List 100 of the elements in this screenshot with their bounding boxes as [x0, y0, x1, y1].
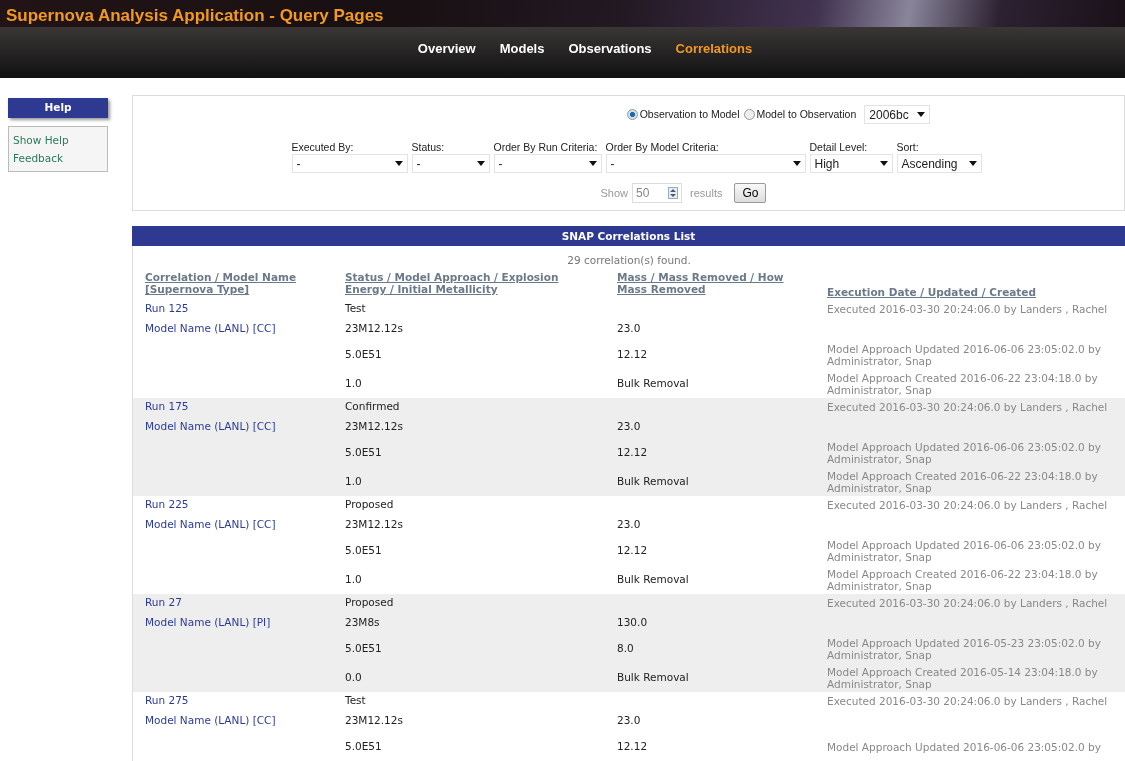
status-text: Test: [345, 301, 366, 314]
model-link[interactable]: Model Name (LANL) [CC]: [145, 713, 276, 726]
run-link[interactable]: Run 175: [145, 399, 189, 412]
updated-text: Model Approach Updated 2016-06-06 23:05:02.0 by Administrator, Snap: [827, 538, 1101, 563]
updated-text: Model Approach Updated 2016-06-06 23:05:02.0 by: [827, 740, 1101, 753]
radio-button[interactable]: [743, 109, 755, 120]
results-label: results: [690, 185, 723, 201]
nav-tab[interactable]: Correlations: [675, 38, 753, 59]
execution-text: Executed 2016-03-30 20:24:06.0 by Landers , Rachel: [827, 498, 1108, 511]
mass-text: 23.0: [617, 517, 641, 530]
status-text: Proposed: [345, 497, 394, 510]
list-header: SNAP Correlations List: [132, 226, 1125, 246]
model-link[interactable]: Model Name (LANL) [PI]: [145, 615, 271, 628]
approach-text: 23M12.12s: [345, 321, 403, 334]
show-label: Show: [600, 185, 629, 201]
approach-text: 23M8s: [345, 615, 380, 628]
mass-removed-text: 8.0: [617, 641, 634, 654]
created-text: Model Approach Created 2016-06-22 23:04:18.0 by Administrator, Snap: [827, 469, 1098, 494]
approach-text: 23M12.12s: [345, 419, 403, 432]
metallicity-text: 1.0: [345, 474, 362, 487]
updated-text: Model Approach Updated 2016-05-23 23:05:02.0 by Administrator, Snap: [827, 636, 1101, 661]
mass-text: 23.0: [617, 321, 641, 334]
caret-icon: [588, 161, 597, 166]
dropdown[interactable]: -: [493, 154, 602, 173]
dropdown[interactable]: High: [809, 154, 893, 173]
metallicity-text: 1.0: [345, 376, 362, 389]
mass-text: 130.0: [617, 615, 648, 628]
field-label: Executed By:: [291, 140, 355, 154]
metallicity-text: 0.0: [345, 670, 362, 683]
removal-text: Bulk Removal: [617, 572, 689, 585]
help-header: Help: [8, 98, 108, 118]
created-text: Model Approach Created 2016-05-14 23:04:18.0 by Administrator, Snap: [827, 665, 1098, 690]
created-text: Model Approach Created 2016-06-22 23:04:18.0 by Administrator, Snap: [827, 371, 1098, 396]
dropdown[interactable]: 2006bc: [864, 105, 931, 124]
dropdown[interactable]: -: [605, 154, 806, 173]
column-header[interactable]: Mass / Mass Removed / How Mass Removed: [617, 271, 807, 295]
energy-text: 5.0E51: [345, 347, 382, 360]
nav-tab[interactable]: Observations: [568, 38, 652, 59]
caret-icon: [476, 161, 485, 166]
execution-text: Executed 2016-03-30 20:24:06.0 by Landers , Rachel: [827, 400, 1108, 413]
caret-icon: [792, 161, 801, 166]
caret-icon: [968, 161, 977, 166]
updated-text: Model Approach Updated 2016-06-06 23:05:02.0 by Administrator, Snap: [827, 342, 1101, 367]
status-text: Proposed: [345, 595, 394, 608]
mass-removed-text: 12.12: [617, 739, 648, 752]
approach-text: 23M12.12s: [345, 517, 403, 530]
mass-text: 23.0: [617, 713, 641, 726]
caret-icon: [394, 161, 403, 166]
energy-text: 5.0E51: [345, 543, 382, 556]
radio-button[interactable]: [626, 109, 638, 120]
dropdown[interactable]: -: [411, 154, 490, 173]
removal-text: Bulk Removal: [617, 670, 689, 683]
results-count: 29 correlation(s) found.: [566, 253, 692, 267]
field-label: Order By Run Criteria:: [493, 140, 599, 154]
mass-removed-text: 12.12: [617, 347, 648, 360]
removal-text: Bulk Removal: [617, 474, 689, 487]
app-title: Supernova Analysis Application - Query Pages: [5, 5, 385, 27]
model-link[interactable]: Model Name (LANL) [CC]: [145, 321, 276, 334]
radio-label: Observation to Model: [639, 106, 740, 122]
nav-tab[interactable]: Models: [499, 38, 545, 59]
caret-icon: [879, 161, 888, 166]
mass-removed-text: 12.12: [617, 445, 648, 458]
radio-label: Model to Observation: [756, 106, 857, 122]
metallicity-text: 1.0: [345, 572, 362, 585]
energy-text: 5.0E51: [345, 739, 382, 752]
removal-text: Bulk Removal: [617, 376, 689, 389]
field-label: Detail Level:: [809, 140, 869, 154]
run-link[interactable]: Run 275: [145, 693, 189, 706]
run-link[interactable]: Run 27: [145, 595, 182, 608]
help-link[interactable]: Show Help: [13, 130, 103, 149]
run-link[interactable]: Run 225: [145, 497, 189, 510]
field-label: Order By Model Criteria:: [605, 140, 720, 154]
execution-text: Executed 2016-03-30 20:24:06.0 by Landers , Rachel: [827, 302, 1108, 315]
dropdown[interactable]: -: [291, 154, 408, 173]
column-header[interactable]: Status / Model Approach / Explosion Energy / Initial Metallicity: [345, 271, 577, 295]
execution-text: Executed 2016-03-30 20:24:06.0 by Landers , Rachel: [827, 596, 1108, 609]
spinner-icon[interactable]: [668, 187, 679, 199]
go-button[interactable]: Go: [734, 183, 767, 203]
status-text: Test: [345, 693, 366, 706]
approach-text: 23M12.12s: [345, 713, 403, 726]
status-text: Confirmed: [345, 399, 400, 412]
number-field[interactable]: 50: [632, 183, 683, 203]
energy-text: 5.0E51: [345, 445, 382, 458]
dropdown[interactable]: Ascending: [896, 154, 982, 173]
field-label: Sort:: [896, 140, 920, 154]
column-header[interactable]: Correlation / Model Name [Supernova Type]: [145, 271, 345, 295]
field-label: Status:: [411, 140, 446, 154]
nav-tab[interactable]: Overview: [417, 38, 476, 59]
execution-text: Executed 2016-03-30 20:24:06.0 by Landers , Rachel: [827, 694, 1108, 707]
column-header[interactable]: Execution Date / Updated / Created: [827, 285, 1036, 298]
updated-text: Model Approach Updated 2016-06-06 23:05:02.0 by Administrator, Snap: [827, 440, 1101, 465]
mass-removed-text: 12.12: [617, 543, 648, 556]
run-link[interactable]: Run 125: [145, 301, 189, 314]
model-link[interactable]: Model Name (LANL) [CC]: [145, 517, 276, 530]
mass-text: 23.0: [617, 419, 641, 432]
energy-text: 5.0E51: [345, 641, 382, 654]
caret-icon: [917, 112, 926, 117]
model-link[interactable]: Model Name (LANL) [CC]: [145, 419, 276, 432]
created-text: Model Approach Created 2016-06-22 23:04:18.0 by Administrator, Snap: [827, 567, 1098, 592]
help-link[interactable]: Feedback: [13, 148, 103, 167]
